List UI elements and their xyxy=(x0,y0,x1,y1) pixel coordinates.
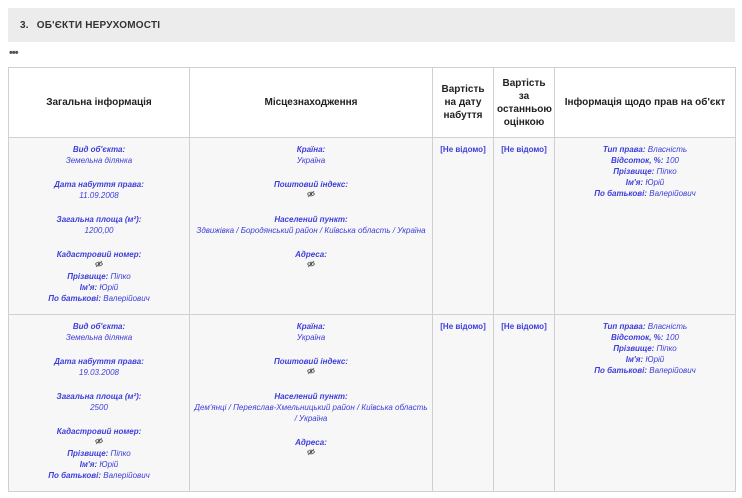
table-header-row: Загальна інформація Місцезнаходження Вар… xyxy=(8,67,736,138)
cadastral-label: Кадастровий номер: xyxy=(56,427,142,436)
section-number: 3. xyxy=(20,19,29,31)
rights-name-label: Ім'я: xyxy=(625,178,644,187)
right-type-label: Тип права: xyxy=(602,322,646,331)
table-row: Вид об'єкта: Земельна ділянка Дата набут… xyxy=(8,137,736,315)
rights-surname-label: Прізвище: xyxy=(613,167,655,176)
surname-value: Піпко xyxy=(110,272,131,281)
general-info-cell: Вид об'єкта: Земельна ділянка Дата набут… xyxy=(8,137,190,315)
cadastral-label: Кадастровий номер: xyxy=(56,250,142,259)
location-cell: Країна: Україна Поштовий індекс: Населен… xyxy=(189,137,433,315)
rights-name-value: Юрій xyxy=(645,178,665,187)
address-label: Адреса: xyxy=(295,438,327,447)
surname-label: Прізвище: xyxy=(67,449,109,458)
country-label: Країна: xyxy=(296,322,326,331)
postal-label: Поштовий індекс: xyxy=(273,180,349,189)
percent-value: 100 xyxy=(665,333,680,342)
value-acquisition-cell: [Не відомо] xyxy=(432,314,494,492)
type-value: Земельна ділянка xyxy=(65,156,133,165)
rights-surname-value: Піпко xyxy=(656,167,677,176)
header-rights-info: Інформація щодо прав на об'єкт xyxy=(554,67,736,138)
settlement-value: Здвижівка / Бородянський район / Київськ… xyxy=(196,226,426,235)
area-label: Загальна площа (м²): xyxy=(56,215,142,224)
settlement-label: Населений пункт: xyxy=(274,392,348,401)
surname-label: Прізвище: xyxy=(67,272,109,281)
rights-surname-label: Прізвище: xyxy=(613,344,655,353)
hidden-eye-icon xyxy=(307,367,315,375)
hidden-eye-icon xyxy=(307,260,315,268)
acq-date-label: Дата набуття права: xyxy=(54,357,144,366)
hidden-eye-icon xyxy=(95,260,103,268)
hidden-eye-icon xyxy=(95,437,103,445)
country-value: Україна xyxy=(296,333,326,342)
value-acquisition-cell: [Не відомо] xyxy=(432,137,494,315)
acq-date-value: 11.09.2008 xyxy=(79,191,119,200)
right-type-value: Власність xyxy=(647,145,688,154)
header-location: Місцезнаходження xyxy=(189,67,433,138)
right-type-label: Тип права: xyxy=(602,145,646,154)
hidden-eye-icon xyxy=(307,448,315,456)
header-value-acquisition: Вартість на дату набуття xyxy=(432,67,494,138)
general-info-cell: Вид об'єкта: Земельна ділянка Дата набут… xyxy=(8,314,190,492)
percent-value: 100 xyxy=(665,156,680,165)
rights-cell: Тип права: Власність Відсоток, %: 100 Пр… xyxy=(554,137,736,315)
name-label: Ім'я: xyxy=(79,460,98,469)
section-title: ОБ'ЄКТИ НЕРУХОМОСТІ xyxy=(36,19,161,31)
name-value: Юрій xyxy=(99,283,119,292)
value-last-valuation-cell: [Не відомо] xyxy=(493,137,555,315)
type-label: Вид об'єкта: xyxy=(72,322,126,331)
location-cell: Країна: Україна Поштовий індекс: Населен… xyxy=(189,314,433,492)
postal-label: Поштовий індекс: xyxy=(273,357,349,366)
area-value: 1200,00 xyxy=(84,226,114,235)
name-value: Юрій xyxy=(99,460,119,469)
rights-patronymic-label: По батькові: xyxy=(594,366,647,375)
hidden-eye-icon xyxy=(307,190,315,198)
settlement-value: Дем'янці / Переяслав-Хмельницький район … xyxy=(194,403,428,423)
type-label: Вид об'єкта: xyxy=(72,145,126,154)
section-header: 3. ОБ'ЄКТИ НЕРУХОМОСТІ xyxy=(8,8,735,42)
area-label: Загальна площа (м²): xyxy=(56,392,142,401)
percent-label: Відсоток, %: xyxy=(610,333,664,342)
rights-cell: Тип права: Власність Відсоток, %: 100 Пр… xyxy=(554,314,736,492)
right-type-value: Власність xyxy=(647,322,688,331)
address-label: Адреса: xyxy=(295,250,327,259)
more-icon[interactable]: ••• xyxy=(9,47,19,59)
patronymic-label: По батькові: xyxy=(48,294,101,303)
table-row: Вид об'єкта: Земельна ділянка Дата набут… xyxy=(8,314,736,492)
header-value-last-valuation: Вартість за останньою оцінкою xyxy=(493,67,555,138)
rights-patronymic-label: По батькові: xyxy=(594,189,647,198)
name-label: Ім'я: xyxy=(79,283,98,292)
value-last-valuation-cell: [Не відомо] xyxy=(493,314,555,492)
real-estate-table: Загальна інформація Місцезнаходження Вар… xyxy=(8,67,736,492)
percent-label: Відсоток, %: xyxy=(610,156,664,165)
rights-name-value: Юрій xyxy=(645,355,665,364)
patronymic-value: Валерійович xyxy=(103,471,150,480)
header-general-info: Загальна інформація xyxy=(8,67,190,138)
type-value: Земельна ділянка xyxy=(65,333,133,342)
country-label: Країна: xyxy=(296,145,326,154)
country-value: Україна xyxy=(296,156,326,165)
acq-date-label: Дата набуття права: xyxy=(54,180,144,189)
acq-date-value: 19.03.2008 xyxy=(78,368,120,377)
rights-patronymic-value: Валерійович xyxy=(649,366,696,375)
rights-name-label: Ім'я: xyxy=(625,355,644,364)
rights-patronymic-value: Валерійович xyxy=(649,189,696,198)
rights-surname-value: Піпко xyxy=(656,344,677,353)
patronymic-value: Валерійович xyxy=(103,294,150,303)
patronymic-label: По батькові: xyxy=(48,471,101,480)
area-value: 2500 xyxy=(90,403,108,412)
settlement-label: Населений пункт: xyxy=(274,215,348,224)
surname-value: Піпко xyxy=(110,449,131,458)
